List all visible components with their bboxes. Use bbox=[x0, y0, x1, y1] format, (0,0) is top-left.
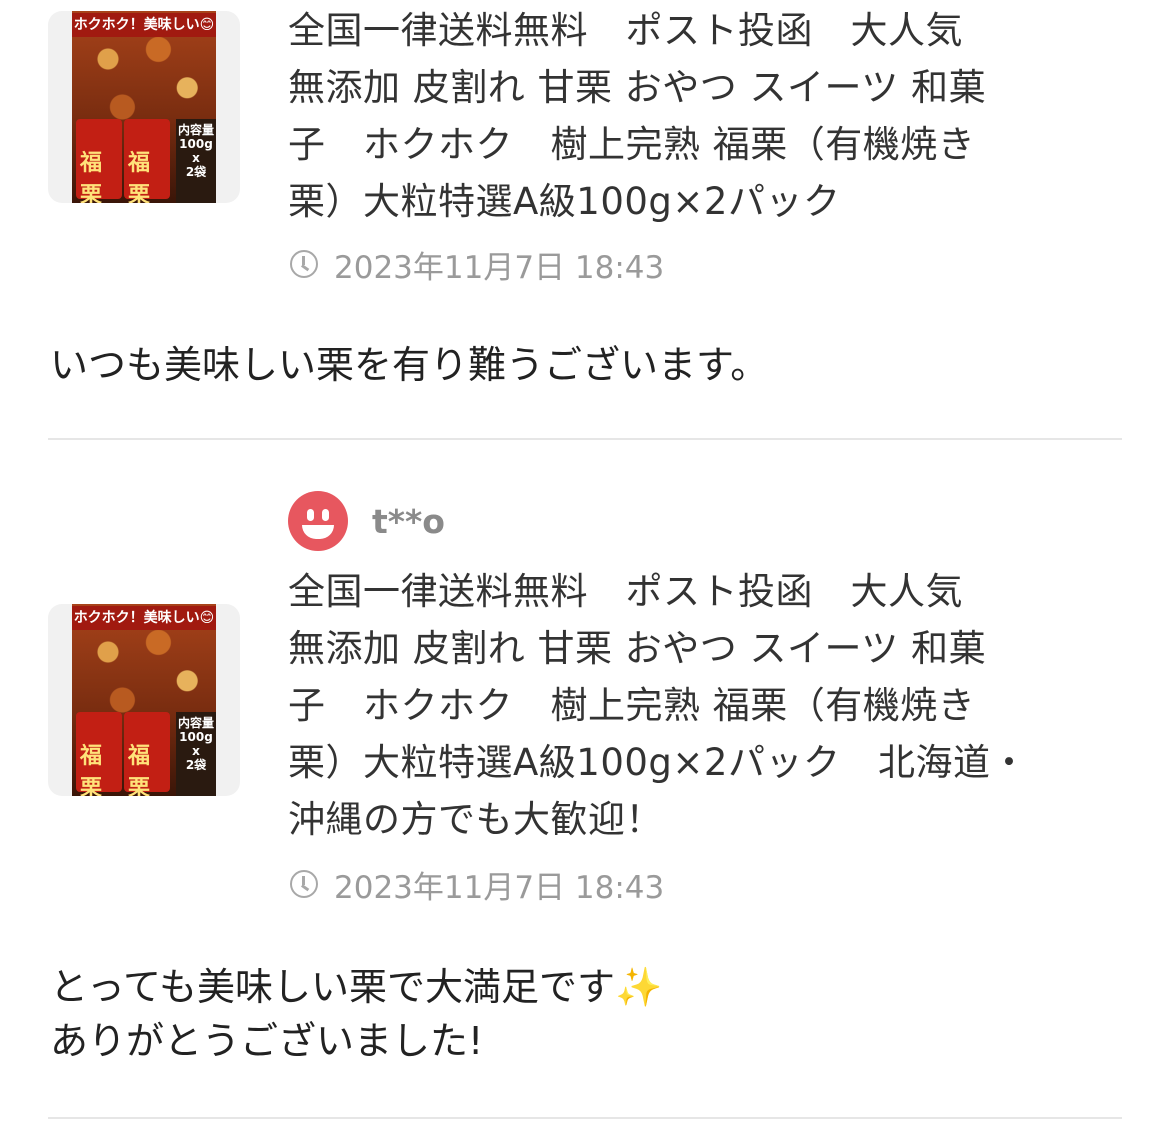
clock-icon bbox=[290, 870, 318, 898]
divider bbox=[48, 1117, 1122, 1119]
review-comment: とっても美味しい栗で大満足です✨ ありがとうございました! bbox=[50, 965, 663, 1063]
product-pack: 福栗 bbox=[124, 712, 170, 796]
product-title[interactable]: 全国一律送料無料 ポスト投函 大人気 無添加 皮割れ 甘栗 おやつ スイーツ 和… bbox=[288, 2, 1088, 230]
product-pack: 福栗 bbox=[76, 712, 122, 796]
product-quantity-label: 内容量 100g x 2袋 bbox=[176, 712, 216, 796]
product-pack-label: 福栗 bbox=[128, 151, 151, 203]
product-image-banner: ホクホク！美味しい😊 bbox=[72, 606, 216, 630]
product-pack: 福栗 bbox=[76, 119, 122, 203]
product-image-banner: ホクホク！美味しい😊 bbox=[72, 13, 216, 37]
product-pack-label: 福栗 bbox=[80, 151, 103, 203]
product-thumbnail[interactable]: ホクホク！美味しい😊 福栗 福栗 内容量 100g x 2袋 bbox=[48, 604, 240, 796]
review-date-text: 2023年11月7日 18:43 bbox=[334, 869, 665, 906]
review-date: 2023年11月7日 18:43 bbox=[290, 864, 665, 906]
reviewer: t**o bbox=[288, 491, 445, 551]
product-quantity-label: 内容量 100g x 2袋 bbox=[176, 119, 216, 203]
review-date: 2023年11月7日 18:43 bbox=[290, 244, 665, 286]
product-title[interactable]: 全国一律送料無料 ポスト投函 大人気 無添加 皮割れ 甘栗 おやつ スイーツ 和… bbox=[288, 563, 1088, 848]
product-pack-label: 福栗 bbox=[128, 744, 151, 796]
product-thumbnail[interactable]: ホクホク！美味しい😊 福栗 福栗 内容量 100g x 2袋 bbox=[48, 11, 240, 203]
review-comment: いつも美味しい栗を有り難うございます。 bbox=[50, 343, 769, 387]
reviewer-name: t**o bbox=[372, 501, 445, 541]
product-image: ホクホク！美味しい😊 福栗 福栗 内容量 100g x 2袋 bbox=[72, 11, 216, 203]
product-pack: 福栗 bbox=[124, 119, 170, 203]
clock-icon bbox=[290, 250, 318, 278]
product-pack-label: 福栗 bbox=[80, 744, 103, 796]
divider bbox=[48, 438, 1122, 440]
avatar-smiley-icon bbox=[288, 491, 348, 551]
product-image: ホクホク！美味しい😊 福栗 福栗 内容量 100g x 2袋 bbox=[72, 604, 216, 796]
review-date-text: 2023年11月7日 18:43 bbox=[334, 249, 665, 286]
